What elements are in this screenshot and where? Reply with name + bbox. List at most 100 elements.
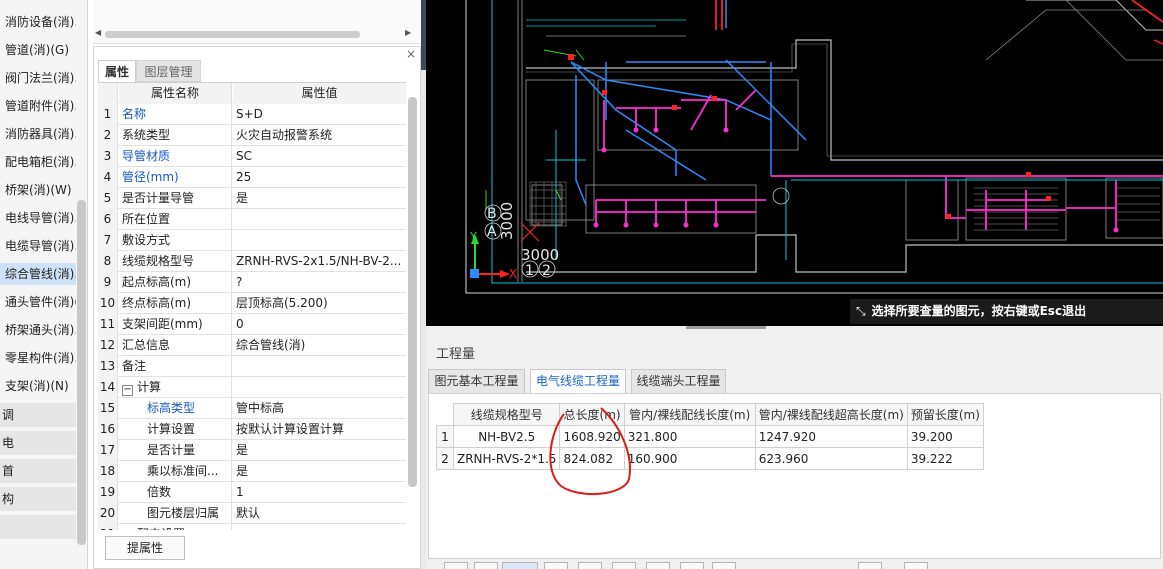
property-row-index: 9 [98, 272, 118, 293]
tree-item-distribution-box[interactable]: 配电箱柜(消). [0, 151, 76, 173]
property-value[interactable] [233, 356, 406, 377]
tab-properties[interactable]: 属性 [98, 60, 136, 82]
property-row[interactable]: 21−配电设置 [98, 524, 406, 530]
property-value[interactable]: S+D [233, 104, 406, 125]
toolbar-button-3[interactable] [502, 562, 538, 569]
properties-scrollbar[interactable] [408, 97, 417, 487]
property-row[interactable]: 18 乘以标准间... 是 [98, 461, 406, 482]
toolbar-button-7[interactable] [646, 562, 670, 569]
table-row[interactable]: 1 NH-BV2.5 1608.920 321.800 1247.920 39.… [436, 425, 984, 448]
tree-item-fire-equipment[interactable]: 消防设备(消). [0, 11, 76, 33]
tree-group-2[interactable]: 电 [0, 431, 76, 455]
property-row[interactable]: 7 敷设方式 [98, 230, 406, 251]
property-row[interactable]: 5 是否计量导管 是 [98, 188, 406, 209]
property-value[interactable]: ? [233, 272, 406, 293]
component-tree: 消防设备(消). 管道(消)(G) 阀门法兰(消). 管道附件(消). 消防器具… [0, 0, 88, 569]
tree-item-cable-tray[interactable]: 桥架(消)(W) [0, 179, 76, 201]
property-value[interactable]: 综合管线(消) [233, 335, 406, 356]
property-name-text: 乘以标准间... [147, 464, 219, 478]
tree-item-wire-conduit[interactable]: 电线导管(消). [0, 207, 76, 229]
tree-item-misc-part[interactable]: 零星构件(消). [0, 347, 76, 369]
property-row[interactable]: 13 备注 [98, 356, 406, 377]
property-row[interactable]: 2 系统类型 火灾自动报警系统 [98, 125, 406, 146]
property-name: 是否计量导管 [119, 188, 232, 209]
property-row[interactable]: 8 线缆规格型号 ZRNH-RVS-2x1.5/NH-BV-2... [98, 251, 406, 272]
toolbar-button-10[interactable] [858, 562, 882, 569]
toolbar-button-2[interactable] [474, 562, 498, 569]
property-name-text: 所在位置 [122, 212, 171, 226]
property-row[interactable]: 19 倍数 1 [98, 482, 406, 503]
tree-group-3[interactable]: 首 [0, 459, 76, 483]
panel-drag-handle[interactable] [686, 326, 766, 329]
toolbar-button-5[interactable] [578, 562, 602, 569]
property-value[interactable]: 默认 [233, 503, 406, 524]
toolbar-button-9[interactable] [712, 562, 736, 569]
col-header-reserve[interactable]: 预留长度(m) [906, 403, 984, 426]
property-value[interactable]: 1 [233, 482, 406, 503]
tab-cable-end-quantities[interactable]: 线缆端头工程量 [631, 369, 726, 393]
property-value[interactable]: 是 [233, 440, 406, 461]
property-value[interactable]: 火灾自动报警系统 [233, 125, 406, 146]
property-value[interactable] [233, 209, 406, 230]
toolbar-button-11[interactable] [904, 562, 928, 569]
tree-item-support[interactable]: 支架(消)(N) [0, 375, 76, 397]
collapse-toggle-icon[interactable]: − [122, 385, 133, 396]
tree-item-tray-fitting[interactable]: 桥架通头(消). [0, 319, 76, 341]
close-icon[interactable]: × [406, 47, 416, 61]
tab-basic-quantities[interactable]: 图元基本工程量 [428, 369, 525, 393]
tree-item-fitting[interactable]: 通头管件(消)( [0, 291, 76, 313]
tree-item-pipe-fitting[interactable]: 管道附件(消). [0, 95, 76, 117]
property-value[interactable]: 是 [233, 461, 406, 482]
property-value[interactable]: 层顶标高(5.200) [233, 293, 406, 314]
tree-group-5[interactable] [0, 515, 76, 539]
property-value[interactable]: SC [233, 146, 406, 167]
table-row[interactable]: 2 ZRNH-RVS-2*1.5 824.082 160.900 623.960… [436, 447, 984, 470]
property-row[interactable]: 12 汇总信息 综合管线(消) [98, 335, 406, 356]
horizontal-scrollbar[interactable]: ◀ ▶ [95, 28, 413, 39]
property-row[interactable]: 14− 计算 [98, 377, 406, 398]
cad-drawing[interactable]: B A 3000 3000 1 2 Y X [426, 0, 1163, 326]
tree-group-1[interactable]: 调 [0, 403, 76, 427]
tree-item-valve-flange[interactable]: 阀门法兰(消). [0, 67, 76, 89]
tree-item-cable-conduit[interactable]: 电缆导管(消). [0, 235, 76, 257]
property-row[interactable]: 17 是否计量 是 [98, 440, 406, 461]
col-header-over[interactable]: 管内/裸线配线超高长度(m) [754, 403, 908, 426]
toolbar-button-8[interactable] [680, 562, 704, 569]
row-index: 1 [436, 425, 454, 448]
tab-cable-quantities[interactable]: 电气线缆工程量 [530, 369, 626, 393]
tree-item-pipe[interactable]: 管道(消)(G) [0, 39, 76, 61]
property-value[interactable] [233, 524, 406, 530]
property-row[interactable]: 1 名称 S+D [98, 104, 406, 125]
property-row[interactable]: 20 图元楼层归属 默认 [98, 503, 406, 524]
property-value[interactable]: ZRNH-RVS-2x1.5/NH-BV-2... [233, 251, 406, 272]
property-value[interactable]: 25 [233, 167, 406, 188]
scroll-right-icon[interactable]: ▶ [405, 28, 411, 37]
tab-layer-management[interactable]: 图层管理 [136, 60, 201, 82]
property-row[interactable]: 6 所在位置 [98, 209, 406, 230]
property-row[interactable]: 16 计算设置 按默认计算设置计算 [98, 419, 406, 440]
horizontal-scroll-thumb[interactable] [105, 31, 360, 38]
property-row[interactable]: 3 导管材质 SC [98, 146, 406, 167]
property-value[interactable] [233, 377, 406, 398]
raise-property-button[interactable]: 提属性 [105, 536, 185, 560]
scroll-left-icon[interactable]: ◀ [95, 28, 101, 37]
property-name-text: 是否计量 [147, 443, 196, 457]
tree-scrollbar[interactable] [77, 200, 86, 545]
tree-group-4[interactable]: 构 [0, 487, 76, 511]
cad-viewport[interactable]: B A 3000 3000 1 2 Y X ⤡ 选择所要查量的图元，按右键或Esc… [426, 0, 1163, 326]
property-value[interactable]: 0 [233, 314, 406, 335]
toolbar-button-4[interactable] [544, 562, 568, 569]
property-row[interactable]: 9 起点标高(m)? [98, 272, 406, 293]
property-row[interactable]: 4 管径(mm) 25 [98, 167, 406, 188]
tree-item-fire-fixture[interactable]: 消防器具(消). [0, 123, 76, 145]
property-value[interactable]: 是 [233, 188, 406, 209]
toolbar-button-1[interactable] [444, 562, 468, 569]
property-value[interactable]: 按默认计算设置计算 [233, 419, 406, 440]
property-value[interactable]: 管中标高 [233, 398, 406, 419]
toolbar-button-6[interactable] [612, 562, 636, 569]
tree-item-composite-line[interactable]: 综合管线(消). [0, 263, 76, 285]
property-row[interactable]: 10 终点标高(m) 层顶标高(5.200) [98, 293, 406, 314]
property-value[interactable] [233, 230, 406, 251]
property-row[interactable]: 11 支架间距(mm) 0 [98, 314, 406, 335]
property-row[interactable]: 15 标高类型 管中标高 [98, 398, 406, 419]
